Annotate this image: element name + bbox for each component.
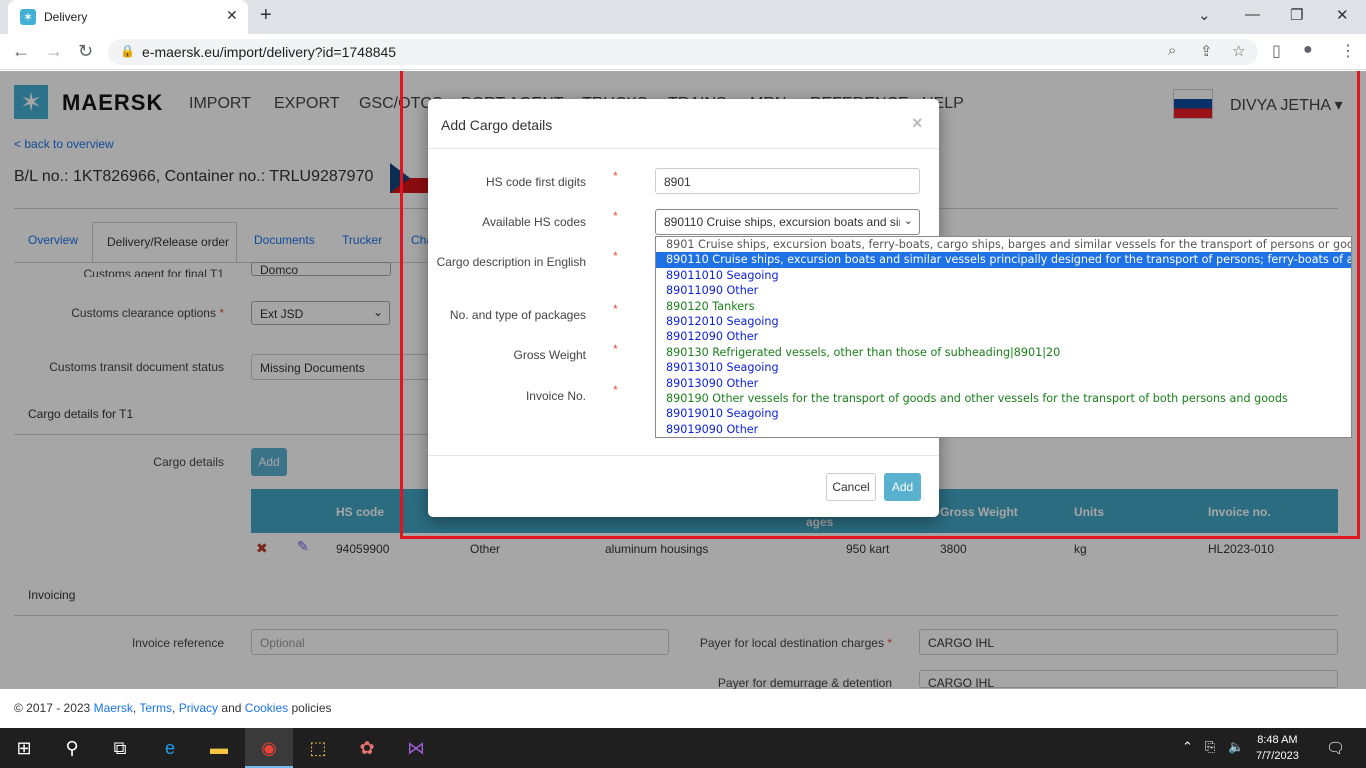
file-explorer-icon[interactable]: ▬ xyxy=(207,736,231,760)
chevron-up-icon[interactable]: ⌃ xyxy=(1182,739,1193,755)
url-text[interactable]: e-maersk.eu/import/delivery?id=1748845 xyxy=(142,44,396,60)
modal-backdrop-lower[interactable] xyxy=(0,618,1366,689)
footer: © 2017 - 2023 Maersk, Terms, Privacy and… xyxy=(14,701,332,715)
visual-studio-icon[interactable]: ⋈ xyxy=(404,736,428,760)
volume-muted-icon[interactable]: 🔈 xyxy=(1228,739,1244,755)
app-icon[interactable]: ⬚ xyxy=(306,736,330,760)
address-bar[interactable]: 🔒 e-maersk.eu/import/delivery?id=1748845… xyxy=(108,39,1258,65)
maersk-star-icon: ✶ xyxy=(20,9,36,25)
back-icon[interactable]: ← xyxy=(12,41,30,62)
page-content: ✶ MAERSK IMPORT EXPORT GSC/OTCS PORT AGE… xyxy=(0,71,1366,728)
task-view-icon[interactable]: ⧉ xyxy=(108,736,132,760)
highlight-rectangle xyxy=(400,71,1360,539)
minimize-icon[interactable]: — xyxy=(1245,6,1260,23)
notification-icon[interactable]: 🗨 xyxy=(1326,739,1345,757)
forward-icon[interactable]: → xyxy=(45,41,63,62)
close-icon[interactable]: ✕ xyxy=(226,7,238,24)
restore-icon[interactable]: ❐ xyxy=(1290,6,1303,24)
share-icon[interactable]: ⇪ xyxy=(1200,42,1213,60)
windows-taskbar: ⊞ ⚲ ⧉ e ▬ ◉ ⬚ ✿ ⋈ ⌃ ⎘ 🔈 8:48 AM 7/7/2023… xyxy=(0,728,1366,768)
menu-icon[interactable]: ⋮ xyxy=(1340,41,1356,61)
paint-icon[interactable]: ✿ xyxy=(355,736,379,760)
footer-cookies-link[interactable]: Cookies xyxy=(245,701,288,715)
side-panel-icon[interactable]: ▯ xyxy=(1272,41,1281,61)
network-icon[interactable]: ⎘ xyxy=(1205,739,1215,755)
search-icon[interactable]: ⚲ xyxy=(60,736,84,760)
footer-terms-link[interactable]: Terms xyxy=(139,701,172,715)
reload-icon[interactable]: ↻ xyxy=(78,41,93,62)
chrome-icon[interactable]: ◉ xyxy=(257,736,281,760)
footer-maersk-link[interactable]: Maersk xyxy=(94,701,133,715)
windows-start-icon[interactable]: ⊞ xyxy=(12,736,36,760)
tab-title: Delivery xyxy=(44,10,88,24)
internet-explorer-icon[interactable]: e xyxy=(158,736,182,760)
clock[interactable]: 8:48 AM 7/7/2023 xyxy=(1256,732,1299,764)
zoom-icon[interactable]: ⌕ xyxy=(1168,42,1176,59)
new-tab-icon[interactable]: + xyxy=(260,4,272,27)
browser-tab-bar: ✶ Delivery ✕ + ⌄ — ❐ ✕ xyxy=(0,0,1366,34)
lock-icon[interactable]: 🔒 xyxy=(120,44,135,58)
window-close-icon[interactable]: ✕ xyxy=(1336,6,1349,24)
profile-icon[interactable]: ● xyxy=(1303,41,1313,59)
browser-toolbar: ← → ↻ 🔒 e-maersk.eu/import/delivery?id=1… xyxy=(0,34,1366,70)
star-icon[interactable]: ☆ xyxy=(1232,42,1245,60)
footer-privacy-link[interactable]: Privacy xyxy=(179,701,218,715)
browser-tab[interactable]: ✶ Delivery ✕ xyxy=(8,0,248,34)
chevron-down-icon[interactable]: ⌄ xyxy=(1198,6,1211,24)
